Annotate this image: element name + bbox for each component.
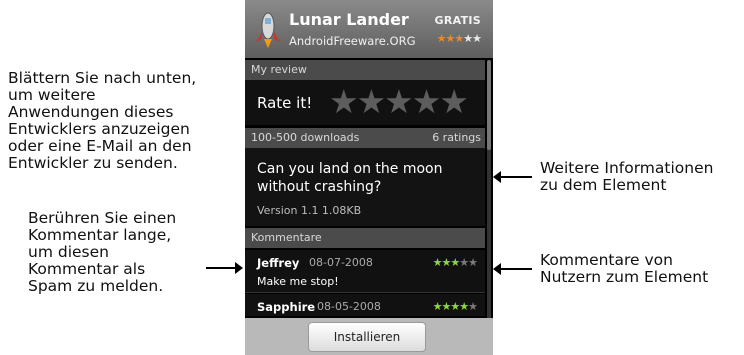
comment-rating-stars: ★★★★★: [432, 300, 478, 313]
app-title: Lunar Lander: [289, 10, 409, 29]
app-developer[interactable]: AndroidFreeware.ORG: [289, 34, 415, 48]
comment-item[interactable]: Jeffrey 08-07-2008 ★★★★★ Make me stop!: [245, 250, 485, 293]
comment-date: 08-05-2008: [317, 300, 381, 313]
scroll-hint-text: Blättern Sie nach unten, um weitere Anwe…: [8, 69, 197, 172]
install-button[interactable]: Installieren: [308, 322, 426, 352]
bottom-bar: Installieren: [245, 318, 493, 355]
app-header: Lunar Lander AndroidFreeware.ORG GRATIS …: [245, 0, 493, 58]
comment-rating-stars: ★★★★★: [432, 256, 478, 269]
app-rating-stars: ★★★★★: [436, 32, 482, 45]
comment-author: Jeffrey: [257, 256, 300, 270]
phone-screen: Lunar Lander AndroidFreeware.ORG GRATIS …: [245, 0, 493, 355]
rate-it-label: Rate it!: [257, 94, 313, 112]
rate-it-row[interactable]: Rate it! ★★★★★: [245, 80, 485, 125]
stats-row: 100-500 downloads 6 ratings: [245, 128, 485, 148]
scrollbar[interactable]: [487, 60, 491, 320]
arrow-to-description: [493, 171, 532, 183]
comment-item[interactable]: Sapphire 08-05-2008 ★★★★★: [245, 294, 485, 316]
arrow-to-comments: [493, 263, 532, 275]
user-comments-text: Kommentare von Nutzern zum Element: [540, 251, 709, 286]
version-info: Version 1.1 1.08KB: [257, 204, 362, 217]
price-label: GRATIS: [434, 14, 481, 27]
comments-header: Kommentare: [245, 228, 485, 248]
comment-date: 08-07-2008: [309, 256, 373, 269]
comment-author: Sapphire: [257, 300, 316, 314]
downloads-count: 100-500 downloads: [251, 131, 360, 144]
more-info-text: Weitere Informationen zu dem Element: [540, 159, 714, 194]
description-text: Can you land on the moon without crashin…: [257, 161, 443, 195]
long-press-hint-text: Berühren Sie einen Kommentar lange, um d…: [28, 209, 177, 295]
arrow-to-comment: [206, 262, 243, 274]
rocket-icon: [256, 12, 280, 48]
ratings-count: 6 ratings: [432, 131, 481, 144]
comment-text: Make me stop!: [257, 275, 339, 288]
app-description[interactable]: Can you land on the moon without crashin…: [245, 148, 485, 226]
rating-stars-input[interactable]: ★★★★★: [329, 83, 469, 121]
my-review-header: My review: [245, 60, 485, 80]
